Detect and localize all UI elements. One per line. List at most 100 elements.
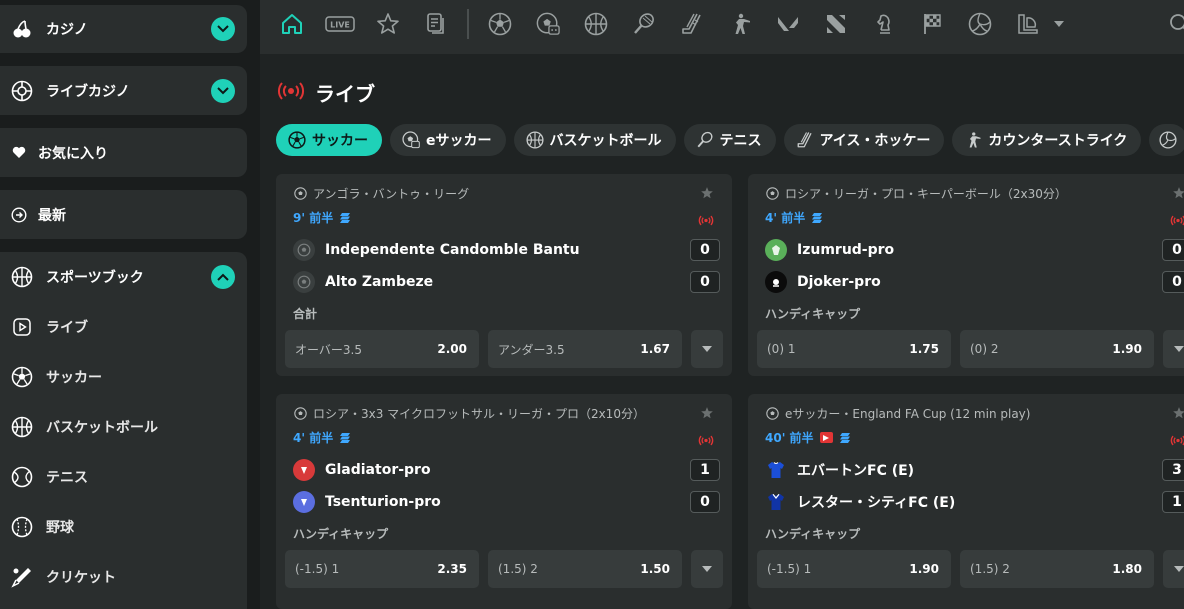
stats-icon[interactable] xyxy=(811,212,823,224)
sidebar: カジノ ライブカジノ お気に入り 最新 スポーツブック ライブ サッカー バスケ… xyxy=(0,0,260,609)
stats-icon[interactable] xyxy=(339,212,351,224)
stats-icon[interactable] xyxy=(339,432,351,444)
league-text: eサッカー・England FA Cup (12 min play) xyxy=(785,407,1031,421)
chevron-down-icon[interactable] xyxy=(211,17,235,41)
racing-flag-icon[interactable] xyxy=(920,12,944,36)
league-text: アンゴラ・バントゥ・リーグ xyxy=(313,187,470,201)
lol-icon[interactable] xyxy=(1016,12,1040,36)
star-icon[interactable] xyxy=(376,12,400,36)
favorite-star-icon[interactable] xyxy=(1172,185,1184,199)
volleyball-icon xyxy=(1159,131,1177,149)
valorant-icon[interactable] xyxy=(776,12,800,36)
sidebar-sportsbook-header[interactable]: スポーツブック xyxy=(0,252,247,302)
esoccer-icon[interactable] xyxy=(536,12,560,36)
favorite-star-icon[interactable] xyxy=(1172,405,1184,419)
favorite-star-icon[interactable] xyxy=(700,185,714,199)
team-row: Alto Zambeze 0 xyxy=(293,271,723,293)
live-icon[interactable]: LIVE xyxy=(324,12,356,36)
esoccer-icon xyxy=(402,131,420,149)
chip-ice-hockey[interactable]: アイス・ホッケー xyxy=(783,124,945,156)
odds-value: 1.80 xyxy=(1112,562,1142,576)
match-card[interactable]: ロシア・リーガ・プロ・キーパーボール（2x30分） 4' 前半 Izumrud-… xyxy=(748,174,1184,376)
basketball-icon[interactable] xyxy=(584,12,608,36)
search-icon[interactable] xyxy=(1168,12,1184,36)
favorite-star-icon[interactable] xyxy=(700,405,714,419)
odds-button[interactable]: (1.5) 2 1.80 xyxy=(960,550,1154,588)
sports-topnav: LIVE xyxy=(260,0,1184,54)
soccer-icon xyxy=(10,365,34,389)
match-card[interactable]: アンゴラ・バントゥ・リーグ 9' 前半 Independente Candomb… xyxy=(276,174,732,376)
odds-button[interactable]: (-1.5) 1 1.90 xyxy=(757,550,951,588)
sidebar-item-baseball[interactable]: 野球 xyxy=(0,502,247,552)
dota-icon[interactable] xyxy=(824,12,848,36)
odds-button[interactable]: (0) 1 1.75 xyxy=(757,330,951,368)
match-card[interactable]: eサッカー・England FA Cup (12 min play) 40' 前… xyxy=(748,394,1184,609)
team-logo xyxy=(765,271,787,293)
chess-icon[interactable] xyxy=(872,12,896,36)
team-logo xyxy=(293,459,315,481)
odds-button[interactable]: (-1.5) 1 2.35 xyxy=(285,550,479,588)
chevron-down-icon[interactable] xyxy=(1052,12,1066,36)
chip-basketball[interactable]: バスケットボール xyxy=(513,124,676,156)
sidebar-item-label: クリケット xyxy=(46,570,116,586)
chevron-up-icon[interactable] xyxy=(211,265,235,289)
sidebar-favorites[interactable]: お気に入り xyxy=(0,128,247,177)
tennis-icon[interactable] xyxy=(632,12,656,36)
sidebar-casino[interactable]: カジノ xyxy=(0,5,247,53)
sidebar-item-cricket[interactable]: クリケット xyxy=(0,552,247,602)
market-name: ハンディキャップ xyxy=(765,527,861,541)
team-score: 0 xyxy=(690,239,720,261)
odds-button[interactable]: (0) 2 1.90 xyxy=(960,330,1154,368)
play-icon xyxy=(10,315,34,339)
match-time: 9' 前半 xyxy=(293,209,351,226)
odds-label: アンダー3.5 xyxy=(498,342,565,357)
odds-value: 1.75 xyxy=(909,342,939,356)
team-logo xyxy=(293,239,315,261)
chip-esoccer[interactable]: eサッカー xyxy=(390,124,506,156)
hockey-icon xyxy=(796,131,814,149)
page-title-text: ライブ xyxy=(315,82,375,106)
match-time: 4' 前半 xyxy=(293,429,351,446)
recent-icon xyxy=(10,203,28,227)
home-icon[interactable] xyxy=(280,12,304,36)
team-row: Tsenturion-pro 0 xyxy=(293,491,723,513)
sidebar-item-basketball[interactable]: バスケットボール xyxy=(0,402,247,452)
betslip-icon[interactable] xyxy=(424,12,448,36)
baseball-icon xyxy=(10,515,34,539)
hockey-icon[interactable] xyxy=(680,12,704,36)
chip-soccer[interactable]: サッカー xyxy=(276,124,382,156)
volleyball-icon[interactable] xyxy=(968,12,992,36)
league-name: ロシア・リーガ・プロ・キーパーボール（2x30分） xyxy=(766,185,1067,202)
more-markets-button[interactable] xyxy=(1163,330,1184,368)
sidebar-live-casino[interactable]: ライブカジノ xyxy=(0,66,247,115)
chip-tennis[interactable]: テニス xyxy=(683,124,776,156)
sidebar-item-tennis[interactable]: テニス xyxy=(0,452,247,502)
sidebar-item-soccer[interactable]: サッカー xyxy=(0,352,247,402)
stats-icon[interactable] xyxy=(839,432,851,444)
more-markets-button[interactable] xyxy=(1163,550,1184,588)
odds-button[interactable]: オーバー3.5 2.00 xyxy=(285,330,479,368)
sidebar-item-label: サッカー xyxy=(46,370,102,386)
chip-more[interactable] xyxy=(1149,124,1184,156)
counter-strike-icon[interactable] xyxy=(728,12,752,36)
chevron-down-icon xyxy=(702,566,712,572)
live-badge-text: LIVE xyxy=(330,21,350,30)
odds-label: (-1.5) 1 xyxy=(767,562,812,576)
chip-label: サッカー xyxy=(312,133,368,149)
team-name: Tsenturion-pro xyxy=(325,494,441,510)
chip-counter-strike[interactable]: カウンターストライク xyxy=(952,124,1142,156)
more-markets-button[interactable] xyxy=(691,330,723,368)
odds-button[interactable]: アンダー3.5 1.67 xyxy=(488,330,682,368)
live-broadcast-icon xyxy=(1170,211,1184,230)
league-name: ロシア・3x3 マイクロフットサル・リーガ・プロ（2x10分） xyxy=(294,405,645,422)
video-stream-icon[interactable] xyxy=(819,432,833,443)
chevron-down-icon xyxy=(1174,566,1184,572)
odds-label: (0) 1 xyxy=(767,342,796,356)
sidebar-item-live[interactable]: ライブ xyxy=(0,302,247,352)
more-markets-button[interactable] xyxy=(691,550,723,588)
odds-button[interactable]: (1.5) 2 1.50 xyxy=(488,550,682,588)
soccer-icon[interactable] xyxy=(488,12,512,36)
match-card[interactable]: ロシア・3x3 マイクロフットサル・リーガ・プロ（2x10分） 4' 前半 Gl… xyxy=(276,394,732,609)
chevron-down-icon[interactable] xyxy=(211,79,235,103)
sidebar-recent[interactable]: 最新 xyxy=(0,190,247,239)
